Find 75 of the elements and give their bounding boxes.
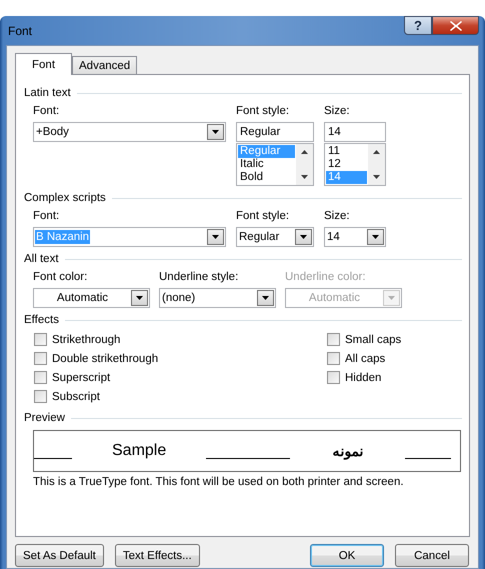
section-title: Latin text — [24, 87, 71, 99]
field-label: Underline color: — [285, 270, 367, 285]
field-value: Automatic — [56, 291, 110, 305]
checkbox[interactable] — [34, 371, 47, 384]
tab[interactable]: Advanced — [72, 56, 138, 74]
dialog-button[interactable]: OK — [310, 544, 384, 567]
scroll-up-icon — [373, 150, 380, 154]
field-label: Font style: — [236, 104, 290, 119]
list-box[interactable]: 11 12 14 — [324, 143, 386, 186]
dropdown-button[interactable] — [131, 290, 148, 306]
field-label: Font color: — [33, 270, 88, 285]
checkbox[interactable] — [34, 352, 47, 365]
dropdown-button[interactable] — [295, 229, 312, 245]
dialog-button[interactable]: Text Effects... — [114, 544, 200, 567]
list-item[interactable]: 11 — [326, 145, 367, 158]
scrollbar[interactable] — [296, 144, 313, 185]
list-item[interactable]: 12 — [326, 158, 367, 171]
preview-note: This is a TrueType font. This font will be used on both printer and screen. — [33, 476, 405, 488]
field-label: Size: — [324, 209, 351, 224]
window-title: Font — [8, 24, 32, 38]
checkbox[interactable] — [327, 333, 340, 346]
field-label: Font: — [33, 104, 60, 119]
caret-icon — [212, 130, 219, 134]
field-value: 14 — [326, 230, 341, 244]
section-title: Effects — [24, 314, 59, 326]
dropdown-button[interactable] — [367, 229, 384, 245]
section-title: Complex scripts — [24, 192, 106, 204]
list-box[interactable]: Regular Italic Bold — [236, 143, 314, 186]
checkbox[interactable] — [34, 333, 47, 346]
field-value: Regular — [238, 230, 280, 244]
tab[interactable]: Font — [15, 53, 72, 75]
caret-icon — [388, 296, 395, 300]
checkbox-label: Small caps — [345, 334, 402, 346]
field-value: Automatic — [308, 291, 362, 305]
field-value: +Body — [35, 125, 70, 139]
caret-icon — [372, 235, 379, 239]
checkbox[interactable] — [34, 390, 47, 403]
scrollbar[interactable] — [368, 144, 385, 185]
help-button[interactable]: ? — [404, 16, 432, 35]
scroll-down-icon — [301, 175, 308, 179]
dropdown-button[interactable] — [207, 229, 224, 245]
checkbox-label: Double strikethrough — [52, 352, 158, 364]
checkbox-label: Subscript — [52, 390, 100, 402]
checkbox[interactable] — [327, 371, 340, 384]
field-label: Font style: — [236, 209, 290, 224]
caret-icon — [300, 235, 307, 239]
list-item[interactable]: Italic — [238, 158, 295, 171]
checkbox-label: Strikethrough — [52, 334, 120, 346]
caret-icon — [136, 296, 143, 300]
checkbox-label: Superscript — [52, 372, 110, 384]
checkbox-label: All caps — [345, 352, 386, 364]
dialog-button[interactable]: Set As Default — [15, 544, 104, 567]
field-value: B Nazanin — [35, 230, 90, 244]
close-icon — [450, 20, 462, 30]
section-title: All text — [24, 253, 59, 265]
dropdown-button[interactable] — [257, 290, 274, 306]
scroll-up-icon — [301, 150, 308, 154]
dialog-button[interactable]: Cancel — [395, 544, 469, 567]
list-item[interactable]: Bold — [238, 171, 295, 184]
close-button[interactable] — [432, 16, 479, 35]
field-label: Font: — [33, 209, 60, 224]
preview-sample-text: Sample — [112, 443, 166, 459]
field-label: Size: — [324, 104, 351, 119]
preview-sample-text: نمونه — [332, 443, 364, 459]
scroll-down-icon — [373, 175, 380, 179]
field-value: (none) — [161, 291, 196, 305]
caret-icon — [212, 235, 219, 239]
size-input[interactable]: 14 — [324, 122, 386, 142]
dropdown-button[interactable] — [207, 124, 224, 140]
section-title: Preview — [24, 412, 65, 424]
font-style-input[interactable]: Regular — [236, 122, 314, 142]
checkbox-label: Hidden — [345, 372, 382, 384]
field-label: Underline style: — [159, 270, 240, 285]
caret-icon — [262, 296, 269, 300]
checkbox[interactable] — [327, 352, 340, 365]
